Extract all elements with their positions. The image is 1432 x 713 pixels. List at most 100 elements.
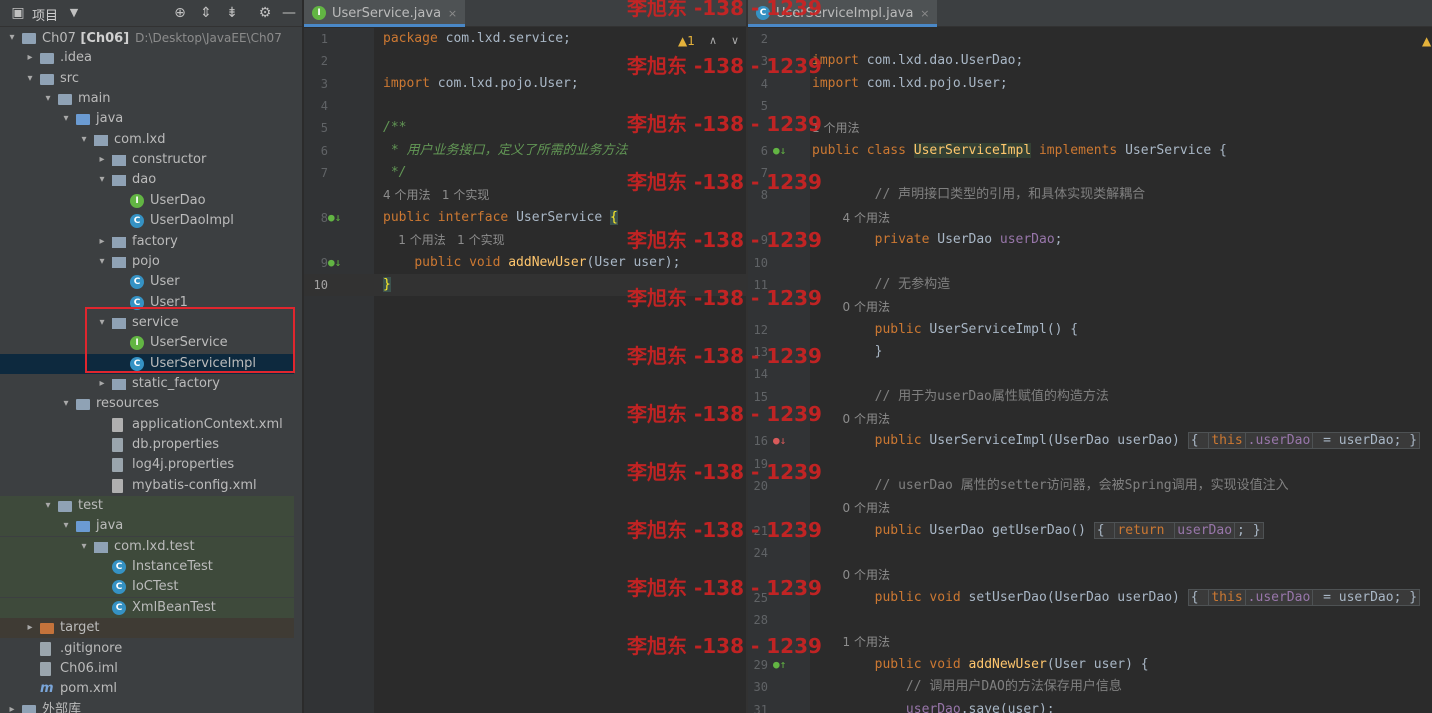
collapse-arrow-icon[interactable]: ▸: [96, 150, 108, 170]
tree-item[interactable]: C User: [0, 272, 302, 292]
tree-item[interactable]: m pom.xml: [0, 679, 302, 699]
collapse-arrow-icon[interactable]: ▸: [24, 48, 36, 68]
expand-arrow-icon[interactable]: ▾: [60, 516, 72, 536]
code-line: 19: [748, 453, 1432, 475]
code-text: public class UserServiceImpl implements …: [812, 140, 1227, 162]
usage-hint[interactable]: 0 个用法: [748, 408, 1432, 430]
collapse-all-icon[interactable]: ⇟: [224, 5, 240, 21]
tree-item[interactable]: C IoCTest: [0, 577, 302, 598]
folded-region[interactable]: this: [1209, 432, 1246, 450]
expand-arrow-icon[interactable]: ▾: [42, 496, 54, 516]
expand-arrow-icon[interactable]: ▾: [24, 69, 36, 89]
maven-icon: m: [40, 681, 54, 697]
tree-item[interactable]: C XmlBeanTest: [0, 597, 302, 618]
package-icon: [112, 175, 126, 187]
tree-item[interactable]: ▾ main: [0, 89, 302, 109]
folded-region[interactable]: return: [1115, 521, 1176, 539]
usage-hint-text[interactable]: 0 个用法: [812, 408, 890, 430]
expand-arrow-icon[interactable]: ▾: [60, 109, 72, 129]
expand-arrow-icon[interactable]: ▾: [96, 252, 108, 272]
folded-region[interactable]: {: [1187, 432, 1210, 450]
expand-arrow-icon[interactable]: ▾: [96, 170, 108, 190]
folded-region[interactable]: this: [1209, 588, 1246, 606]
right-code-editor[interactable]: ▲ 2 3 import com.lxd.dao.UserDao; 4 import c…: [748, 28, 1432, 713]
usage-hint-text[interactable]: 0 个用法: [812, 497, 890, 519]
tree-item[interactable]: ▾ Ch07 [Ch06] D:\Desktop\JavaEE\Ch07: [0, 28, 302, 48]
implementation-marker-icon[interactable]: ●↓: [328, 252, 341, 274]
usage-hint-text[interactable]: 1 个用法: [812, 631, 890, 653]
usage-hint[interactable]: 1 个用法: [748, 117, 1432, 139]
tree-item[interactable]: ▾ com.lxd.test: [0, 536, 302, 557]
tree-item[interactable]: ▸ static_factory: [0, 374, 302, 394]
usage-hint-text[interactable]: 4 个用法 1 个实现: [383, 184, 489, 206]
tree-item[interactable]: ▸ 外部库: [0, 700, 302, 713]
implementation-marker-icon[interactable]: ●↓: [773, 140, 786, 162]
tree-item[interactable]: C UserDaoImpl: [0, 211, 302, 231]
implementation-marker-icon[interactable]: ●↓: [328, 207, 341, 229]
tree-item-text: test: [78, 498, 103, 514]
collapse-arrow-icon[interactable]: ▸: [96, 374, 108, 394]
close-icon[interactable]: ×: [920, 0, 929, 27]
code-text: // userDao 属性的setter访问器，会被Spring调用，实现设值注…: [812, 475, 1289, 497]
tree-item[interactable]: Ch06.iml: [0, 659, 302, 679]
folded-region[interactable]: .userDao: [1245, 588, 1314, 606]
folded-region[interactable]: = userDao; }: [1313, 432, 1421, 450]
collapse-arrow-icon[interactable]: ▸: [24, 618, 36, 638]
close-icon[interactable]: ×: [448, 0, 457, 27]
tree-item[interactable]: ▸ .idea: [0, 48, 302, 68]
usage-hint[interactable]: 4 个用法: [748, 207, 1432, 229]
tree-item[interactable]: mybatis-config.xml: [0, 476, 302, 496]
usage-hint[interactable]: 0 个用法: [748, 296, 1432, 318]
tree-item[interactable]: ▾ java: [0, 516, 302, 537]
tree-item[interactable]: ▾ resources: [0, 394, 302, 414]
usage-hint-text[interactable]: 0 个用法: [812, 296, 890, 318]
project-panel-title[interactable]: 项目: [32, 5, 58, 24]
tree-item[interactable]: applicationContext.xml: [0, 415, 302, 435]
folded-region[interactable]: {: [1187, 588, 1210, 606]
usage-hint[interactable]: 1 个用法: [748, 631, 1432, 653]
folded-region[interactable]: {: [1093, 521, 1116, 539]
tree-item[interactable]: ▾ java: [0, 109, 302, 129]
tree-item[interactable]: ▸ factory: [0, 232, 302, 252]
locate-file-icon[interactable]: ⊕: [172, 5, 188, 21]
gear-icon[interactable]: ⚙: [257, 5, 273, 21]
folded-region[interactable]: userDao: [1175, 521, 1236, 539]
usage-hint[interactable]: 0 个用法: [748, 564, 1432, 586]
tree-item[interactable]: ▾ pojo: [0, 252, 302, 272]
expand-arrow-icon[interactable]: ▾: [60, 394, 72, 414]
expand-arrow-icon[interactable]: ▾: [78, 537, 90, 557]
expand-arrow-icon[interactable]: ▾: [78, 130, 90, 150]
tree-item[interactable]: C InstanceTest: [0, 557, 302, 578]
folded-region[interactable]: = userDao; }: [1313, 588, 1421, 606]
tree-item[interactable]: ▾ com.lxd: [0, 130, 302, 150]
tree-item[interactable]: ▸ target: [0, 618, 302, 639]
usage-hint-text[interactable]: 0 个用法: [812, 564, 890, 586]
code-token: addNewUser: [508, 254, 587, 270]
folded-region[interactable]: ; }: [1235, 521, 1264, 539]
tree-item[interactable]: .gitignore: [0, 639, 302, 659]
usage-hint-text[interactable]: 1 个用法 1 个实现: [383, 229, 504, 251]
code-text: private UserDao userDao;: [812, 229, 1063, 251]
tab-userservice[interactable]: I UserService.java ×: [304, 0, 466, 27]
expand-arrow-icon[interactable]: ▾: [42, 89, 54, 109]
expand-arrow-icon[interactable]: ▾: [6, 28, 18, 48]
usage-hint[interactable]: 0 个用法: [748, 497, 1432, 519]
collapse-arrow-icon[interactable]: ▸: [96, 232, 108, 252]
usage-hint-text[interactable]: 4 个用法: [812, 207, 890, 229]
folded-region[interactable]: .userDao: [1245, 432, 1314, 450]
spring-bean-icon[interactable]: ●↓: [773, 430, 786, 452]
code-token: userDao: [999, 232, 1055, 248]
tree-item[interactable]: ▾ dao: [0, 170, 302, 190]
tree-scrollbar[interactable]: [294, 28, 302, 713]
collapse-arrow-icon[interactable]: ▸: [6, 700, 18, 713]
tree-item[interactable]: ▸ constructor: [0, 150, 302, 170]
chevron-down-icon[interactable]: ▼: [66, 5, 82, 21]
tree-item[interactable]: db.properties: [0, 435, 302, 455]
hide-panel-icon[interactable]: —: [281, 5, 297, 21]
expand-all-icon[interactable]: ⇕: [198, 5, 214, 21]
tree-item-text: Ch07: [42, 31, 76, 46]
tree-item[interactable]: I UserDao: [0, 191, 302, 211]
tree-item[interactable]: log4j.properties: [0, 455, 302, 475]
tree-item[interactable]: ▾ src: [0, 69, 302, 89]
tree-item[interactable]: ▾ test: [0, 496, 302, 517]
